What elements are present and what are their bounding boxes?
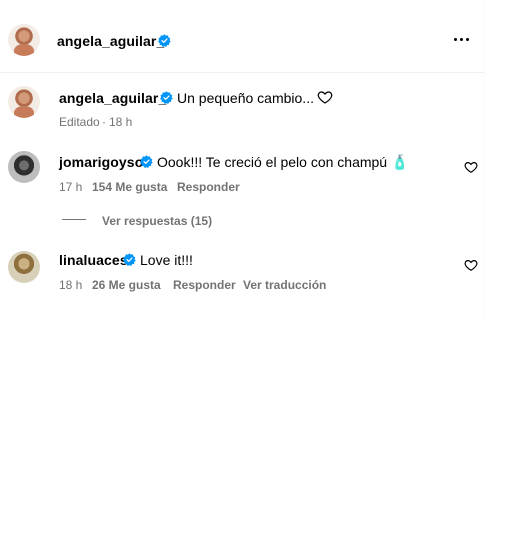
post-comments-panel: angela_aguilar_ angela_aguilar_ Un peque… (0, 0, 485, 322)
verified-badge-icon (140, 155, 153, 168)
view-replies-button[interactable]: Ver respuestas (15) (102, 214, 212, 228)
header-avatar[interactable] (8, 24, 40, 56)
caption-time[interactable]: 18 h (109, 115, 132, 129)
heart-outline-icon[interactable] (464, 160, 478, 174)
comment-username[interactable]: jomarigoyso (59, 154, 143, 170)
caption-avatar[interactable] (8, 86, 40, 118)
heart-outline-icon[interactable] (464, 258, 478, 272)
more-options-icon[interactable] (454, 38, 470, 42)
comment-avatar[interactable] (8, 151, 40, 183)
comment-text: Oook!!! Te creció el pelo con champú 🧴 (157, 154, 409, 170)
replies-divider (62, 219, 86, 220)
comment-avatar[interactable] (8, 251, 40, 283)
verified-badge-icon (158, 34, 171, 47)
caption-username[interactable]: angela_aguilar_ (59, 90, 166, 106)
reply-button[interactable]: Responder (177, 180, 240, 194)
translate-button[interactable]: Ver traducción (243, 278, 326, 292)
comment-likes[interactable]: 154 Me gusta (92, 180, 167, 194)
verified-badge-icon (123, 253, 136, 266)
caption-edited-label: Editado (59, 115, 100, 129)
caption-text: Un pequeño cambio... (177, 90, 314, 106)
comment-likes[interactable]: 26 Me gusta (92, 278, 161, 292)
comment-text: Love it!!! (140, 252, 193, 268)
reply-button[interactable]: Responder (173, 278, 236, 292)
comment-username[interactable]: linaluaces (59, 252, 128, 268)
header-username[interactable]: angela_aguilar_ (57, 33, 164, 49)
comment-time[interactable]: 18 h (59, 278, 82, 292)
verified-badge-icon (160, 91, 173, 104)
post-header: angela_aguilar_ (0, 0, 484, 73)
panel-divider (484, 0, 485, 322)
caption-separator: · (102, 115, 106, 129)
heart-outline-icon (317, 91, 333, 104)
comment-time[interactable]: 17 h (59, 180, 82, 194)
